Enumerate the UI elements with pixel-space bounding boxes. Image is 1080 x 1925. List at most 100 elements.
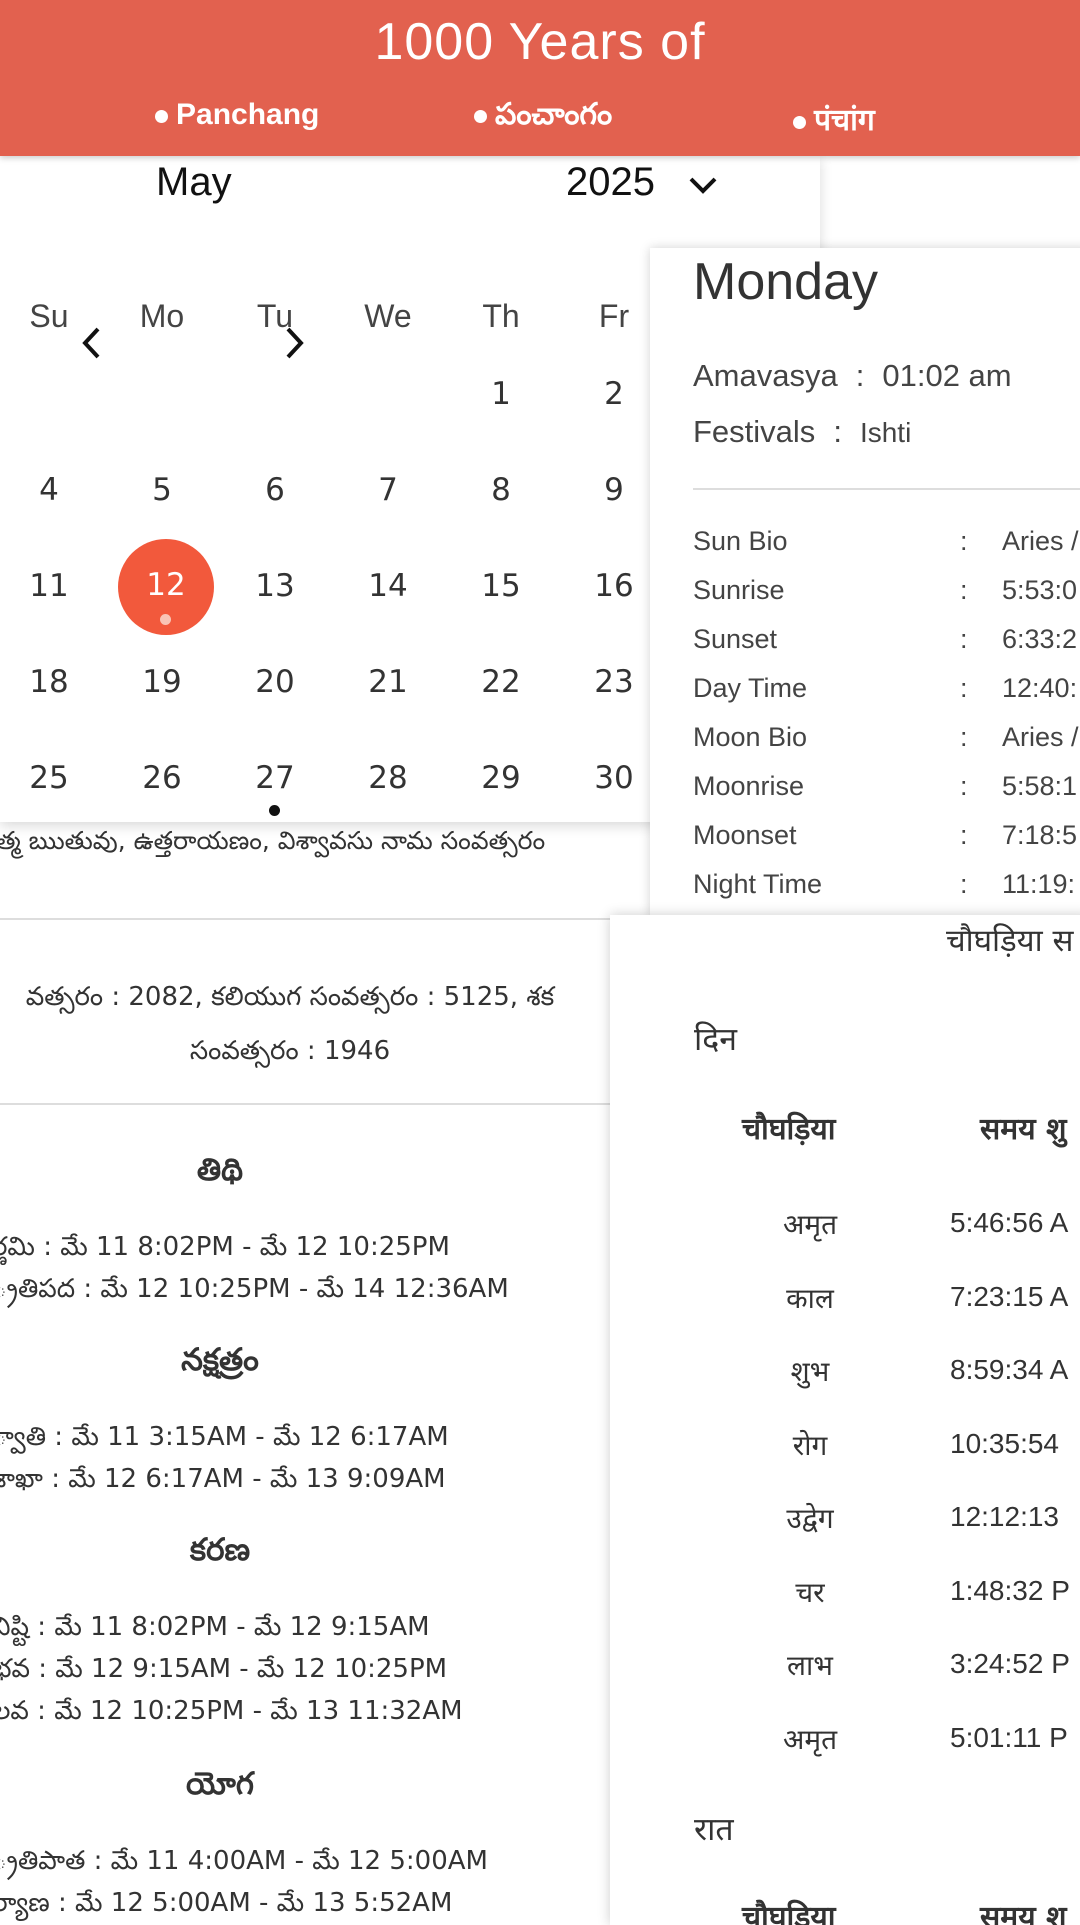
yoga-line: ర్యాణ : మే 12 5:00AM - మే 13 5:52AM bbox=[0, 1888, 453, 1918]
calendar-day[interactable]: 19 bbox=[107, 664, 217, 700]
tithi-title: తిథి bbox=[196, 1152, 244, 1188]
panchang-details-card: వత్సరం : 2082, కలియుగ సంవత్సరం : 5125, శ… bbox=[0, 918, 610, 1922]
samvatsara-summary: త్మ ఋతువు, ఉత్తరాయణం, విశ్వావసు నామ సంవత… bbox=[0, 826, 546, 855]
calendar-day[interactable]: 15 bbox=[446, 568, 556, 604]
samvatsara-info: వత్సరం : 2082, కలియుగ సంవత్సరం : 5125, శ… bbox=[0, 970, 590, 1078]
nakshatra-line: ్వాతి : మే 11 3:15AM - మే 12 6:17AM bbox=[0, 1422, 449, 1452]
calendar-day[interactable]: 20 bbox=[220, 664, 330, 700]
calendar-day[interactable]: 11 bbox=[0, 568, 104, 604]
colon: : bbox=[960, 722, 968, 752]
calendar-day[interactable]: 14 bbox=[333, 568, 443, 604]
month-label[interactable]: May bbox=[156, 160, 232, 205]
tab-label: పంచాంగం bbox=[495, 98, 613, 131]
col-time: समय शु bbox=[980, 1112, 1067, 1147]
calendar-day[interactable]: 27 bbox=[220, 760, 330, 796]
nakshatra-title: నక్షత్రం bbox=[181, 1342, 259, 1378]
yoga-line: ్రతిపాత : మే 11 4:00AM - మే 12 5:00AM bbox=[0, 1846, 488, 1876]
selected-day[interactable]: 12 bbox=[118, 539, 214, 635]
detail-label: Sun Bio bbox=[693, 526, 788, 556]
choghadiya-name: उद्वेग bbox=[786, 1502, 834, 1535]
calendar-day[interactable]: 25 bbox=[0, 760, 104, 796]
tab-panchang-english[interactable]: Panchang bbox=[155, 98, 319, 132]
detail-value: Aries / bbox=[1002, 526, 1079, 556]
karana-line: లవ : మే 12 10:25PM - మే 13 11:32AM bbox=[0, 1696, 463, 1726]
detail-value: 7:18:5 bbox=[1002, 820, 1078, 850]
calendar-day[interactable]: 13 bbox=[220, 568, 330, 604]
calendar-day[interactable]: 6 bbox=[220, 472, 330, 508]
bullet-icon bbox=[793, 115, 806, 129]
calendar-day[interactable]: 1 bbox=[446, 376, 556, 412]
choghadiya-name: चर bbox=[795, 1575, 825, 1609]
colon: : bbox=[960, 771, 968, 801]
choghadiya-card: चौघड़िया स दिन चौघड़िया समय शु अमृत 5:46:… bbox=[610, 915, 1080, 1925]
divider bbox=[693, 488, 1080, 490]
detail-label: Sunrise bbox=[693, 575, 785, 605]
calendar-day[interactable]: 4 bbox=[0, 472, 104, 508]
selected-day-number: 12 bbox=[146, 567, 186, 603]
calendar-day[interactable]: 26 bbox=[107, 760, 217, 796]
calendar-day[interactable]: 28 bbox=[333, 760, 443, 796]
detail-label: Night Time bbox=[693, 869, 823, 899]
colon: : bbox=[960, 624, 968, 654]
choghadiya-time: 8:59:34 A bbox=[950, 1354, 1069, 1385]
festivals-value[interactable]: Ishti bbox=[860, 417, 911, 448]
detail-value: 12:40: bbox=[1002, 673, 1078, 703]
calendar-day[interactable]: 7 bbox=[333, 472, 443, 508]
detail-value: Aries / bbox=[1002, 722, 1079, 752]
choghadiya-time: 10:35:54 bbox=[950, 1427, 1059, 1459]
yoga-title: యోగ bbox=[186, 1766, 254, 1802]
event-dot-icon bbox=[269, 805, 280, 816]
bullet-icon bbox=[155, 109, 168, 123]
day-name: Monday bbox=[693, 253, 878, 311]
amavasya-label: Amavasya bbox=[693, 358, 838, 393]
detail-label: Day Time bbox=[693, 673, 808, 703]
samvatsara-line: సంవత్సరం : 1946 bbox=[189, 1036, 391, 1066]
weekday-su: Su bbox=[29, 298, 69, 334]
colon: : bbox=[960, 575, 968, 605]
tab-label: पंचांग bbox=[814, 104, 875, 137]
festivals-row: Festivals: Ishti bbox=[693, 414, 911, 450]
choghadiya-name: अमृत bbox=[782, 1208, 838, 1241]
calendar-day[interactable]: 18 bbox=[0, 664, 104, 700]
tab-panchang-hindi[interactable]: पंचांग bbox=[793, 98, 875, 139]
choghadiya-name: शुभ bbox=[790, 1355, 830, 1388]
day-detail-card: Monday Amavasya:01:02 am Festivals: Ishti… bbox=[650, 248, 1080, 918]
choghadiya-name: अमृत bbox=[782, 1722, 838, 1756]
calendar-day[interactable]: 21 bbox=[333, 664, 443, 700]
choghadiya-time: 3:24:52 P bbox=[950, 1648, 1070, 1679]
tab-panchang-telugu[interactable]: పంచాంగం bbox=[474, 98, 612, 139]
karana-line: భవ : మే 12 9:15AM - మే 12 10:25PM bbox=[0, 1654, 448, 1684]
calendar-day[interactable]: 29 bbox=[446, 760, 556, 796]
colon: : bbox=[960, 673, 968, 703]
choghadiya-time: 5:01:11 P bbox=[950, 1721, 1068, 1753]
detail-value: 11:19: bbox=[1002, 869, 1076, 899]
weekday-th: Th bbox=[482, 298, 520, 334]
app-header: 1000 Years of Panchang పంచాంగం पंचांग bbox=[0, 0, 1080, 156]
calendar-day[interactable]: 8 bbox=[446, 472, 556, 508]
colon: : bbox=[960, 820, 968, 850]
weekday-tu: Tu bbox=[256, 298, 294, 334]
bullet-icon bbox=[474, 109, 487, 123]
event-dot-icon bbox=[160, 614, 171, 625]
colon: : bbox=[960, 869, 968, 899]
weekday-we: We bbox=[364, 298, 412, 334]
divider bbox=[0, 1103, 610, 1105]
detail-label: Sunset bbox=[693, 624, 778, 654]
amavasya-row: Amavasya:01:02 am bbox=[693, 358, 1012, 394]
amavasya-value: 01:02 am bbox=[882, 358, 1012, 393]
choghadiya-time: 12:12:13 bbox=[950, 1501, 1059, 1532]
colon: : bbox=[855, 358, 865, 393]
karana-line: విష్టి : మే 11 8:02PM - మే 12 9:15AM bbox=[0, 1612, 430, 1642]
choghadiya-name: रोग bbox=[792, 1428, 828, 1462]
day-section-label: दिन bbox=[694, 1020, 738, 1058]
chevron-down-icon[interactable] bbox=[688, 176, 718, 196]
nakshatra-line: శాఖా : మే 12 6:17AM - మే 13 9:09AM bbox=[0, 1464, 446, 1494]
calendar-day[interactable]: 22 bbox=[446, 664, 556, 700]
calendar-day[interactable]: 5 bbox=[107, 472, 217, 508]
colon: : bbox=[833, 414, 842, 449]
tithi-line: ర్ణమి : మే 11 8:02PM - మే 12 10:25PM bbox=[0, 1232, 450, 1262]
choghadiya-name: काल bbox=[786, 1281, 834, 1315]
detail-label: Moonrise bbox=[693, 771, 805, 801]
samvatsara-line: వత్సరం : 2082, కలియుగ సంవత్సరం : 5125, శ… bbox=[25, 982, 555, 1012]
year-select[interactable]: 2025 bbox=[566, 160, 655, 205]
